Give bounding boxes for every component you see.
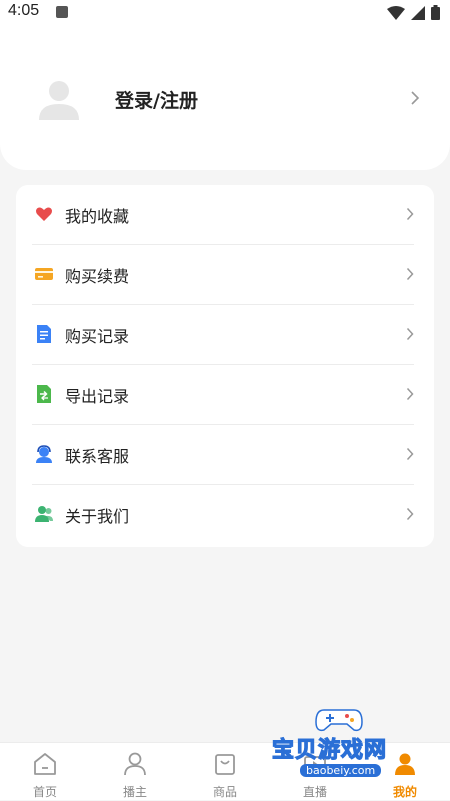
- menu-item-label: 购买续费: [65, 267, 130, 286]
- card-icon: [35, 268, 53, 280]
- chevron-right-icon: [406, 507, 414, 521]
- gamepad-icon: [315, 709, 363, 732]
- chevron-right-icon: [411, 91, 420, 105]
- document-icon: [37, 325, 51, 343]
- menu-item-label: 购买记录: [65, 327, 130, 346]
- home-icon: [34, 753, 56, 775]
- customer-service-icon: [36, 445, 52, 463]
- battery-icon: [431, 5, 440, 20]
- person-icon: [124, 752, 146, 776]
- status-bar: 4:05: [0, 0, 450, 26]
- login-header[interactable]: 登录/注册: [0, 26, 450, 170]
- tab-label: 首页: [32, 785, 57, 799]
- tab-label: 商品: [212, 785, 237, 799]
- bag-icon: [215, 754, 235, 775]
- status-icons: [387, 5, 440, 20]
- tab-home[interactable]: 首页: [0, 743, 90, 801]
- chevron-right-icon: [406, 387, 414, 401]
- wifi-icon: [387, 5, 405, 20]
- signal-icon: [411, 5, 425, 20]
- menu-item-label: 导出记录: [65, 387, 130, 406]
- menu-card: 我的收藏 购买续费 购买记录 导出记录 联系客服 关于我们: [16, 185, 434, 547]
- watermark: 宝贝游戏网 baobeiy.com: [271, 700, 432, 778]
- menu-item-customer-service[interactable]: 联系客服: [32, 425, 414, 485]
- menu-item-about-us[interactable]: 关于我们: [32, 485, 414, 545]
- tab-products[interactable]: 商品: [180, 743, 270, 801]
- login-register-label[interactable]: 登录/注册: [115, 86, 198, 113]
- watermark-text: 宝贝游戏网: [271, 737, 388, 763]
- menu-item-label: 我的收藏: [65, 207, 130, 226]
- heart-icon: [36, 207, 52, 221]
- tab-label: 直播: [302, 785, 327, 799]
- chevron-right-icon: [406, 447, 414, 461]
- menu-item-purchase-records[interactable]: 购买记录: [32, 305, 414, 365]
- menu-item-label: 关于我们: [65, 507, 130, 526]
- tab-label: 播主: [122, 785, 147, 799]
- watermark-url: baobeiy.com: [300, 764, 382, 777]
- people-icon: [35, 506, 53, 522]
- tab-broadcaster[interactable]: 播主: [90, 743, 180, 801]
- menu-item-favorites[interactable]: 我的收藏: [32, 185, 414, 245]
- notification-icon: [56, 6, 68, 18]
- menu-item-export-records[interactable]: 导出记录: [32, 365, 414, 425]
- menu-item-label: 联系客服: [65, 447, 130, 466]
- export-icon: [37, 385, 51, 403]
- status-time: 4:05: [8, 2, 40, 19]
- chevron-right-icon: [406, 327, 414, 341]
- chevron-right-icon: [406, 267, 414, 281]
- chevron-right-icon: [406, 207, 414, 221]
- menu-item-renewal[interactable]: 购买续费: [32, 245, 414, 305]
- tab-label: 我的: [392, 785, 417, 799]
- user-avatar-icon: [39, 81, 79, 120]
